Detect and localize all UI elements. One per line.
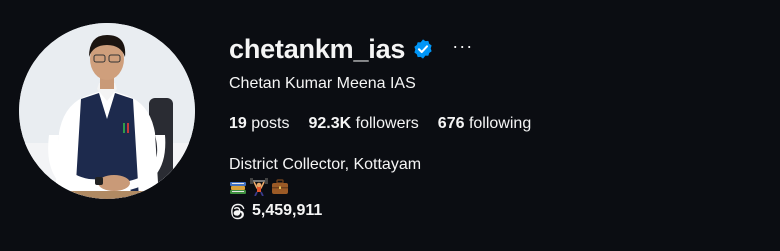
followers-count: 92.3K [308,115,352,132]
username: chetankm_ias [229,33,406,64]
person-lifting-weights-emoji [250,178,268,197]
following-label: following [468,115,532,132]
posts-count: 19 [229,115,247,132]
profile-stats: 19 posts 92.3K followers 676 following [229,115,749,133]
following-count: 676 [437,115,465,132]
posts-stat: 19 posts [229,115,290,133]
books-emoji [229,178,247,196]
profile-avatar[interactable] [19,23,195,199]
full-name: Chetan Kumar Meena IAS [229,75,416,92]
threads-link[interactable]: 5,459,911 [229,202,749,220]
following-stat[interactable]: 676 following [438,115,531,133]
followers-stat[interactable]: 92.3K followers [309,115,419,133]
briefcase-emoji [271,178,289,196]
followers-label: followers [355,115,419,132]
verified-badge-icon [412,38,434,60]
profile-photo [19,23,195,199]
posts-label: posts [251,115,290,132]
profile-header-row: chetankm_ias ··· [229,28,749,70]
bio-emojis [229,178,749,197]
more-options-icon[interactable]: ··· [452,37,473,55]
threads-icon [229,203,246,220]
bio-text: District Collector, Kottayam [229,156,422,173]
threads-count: 5,459,911 [252,202,323,219]
profile-info: chetankm_ias ··· Chetan Kumar Meena IAS … [229,28,749,220]
